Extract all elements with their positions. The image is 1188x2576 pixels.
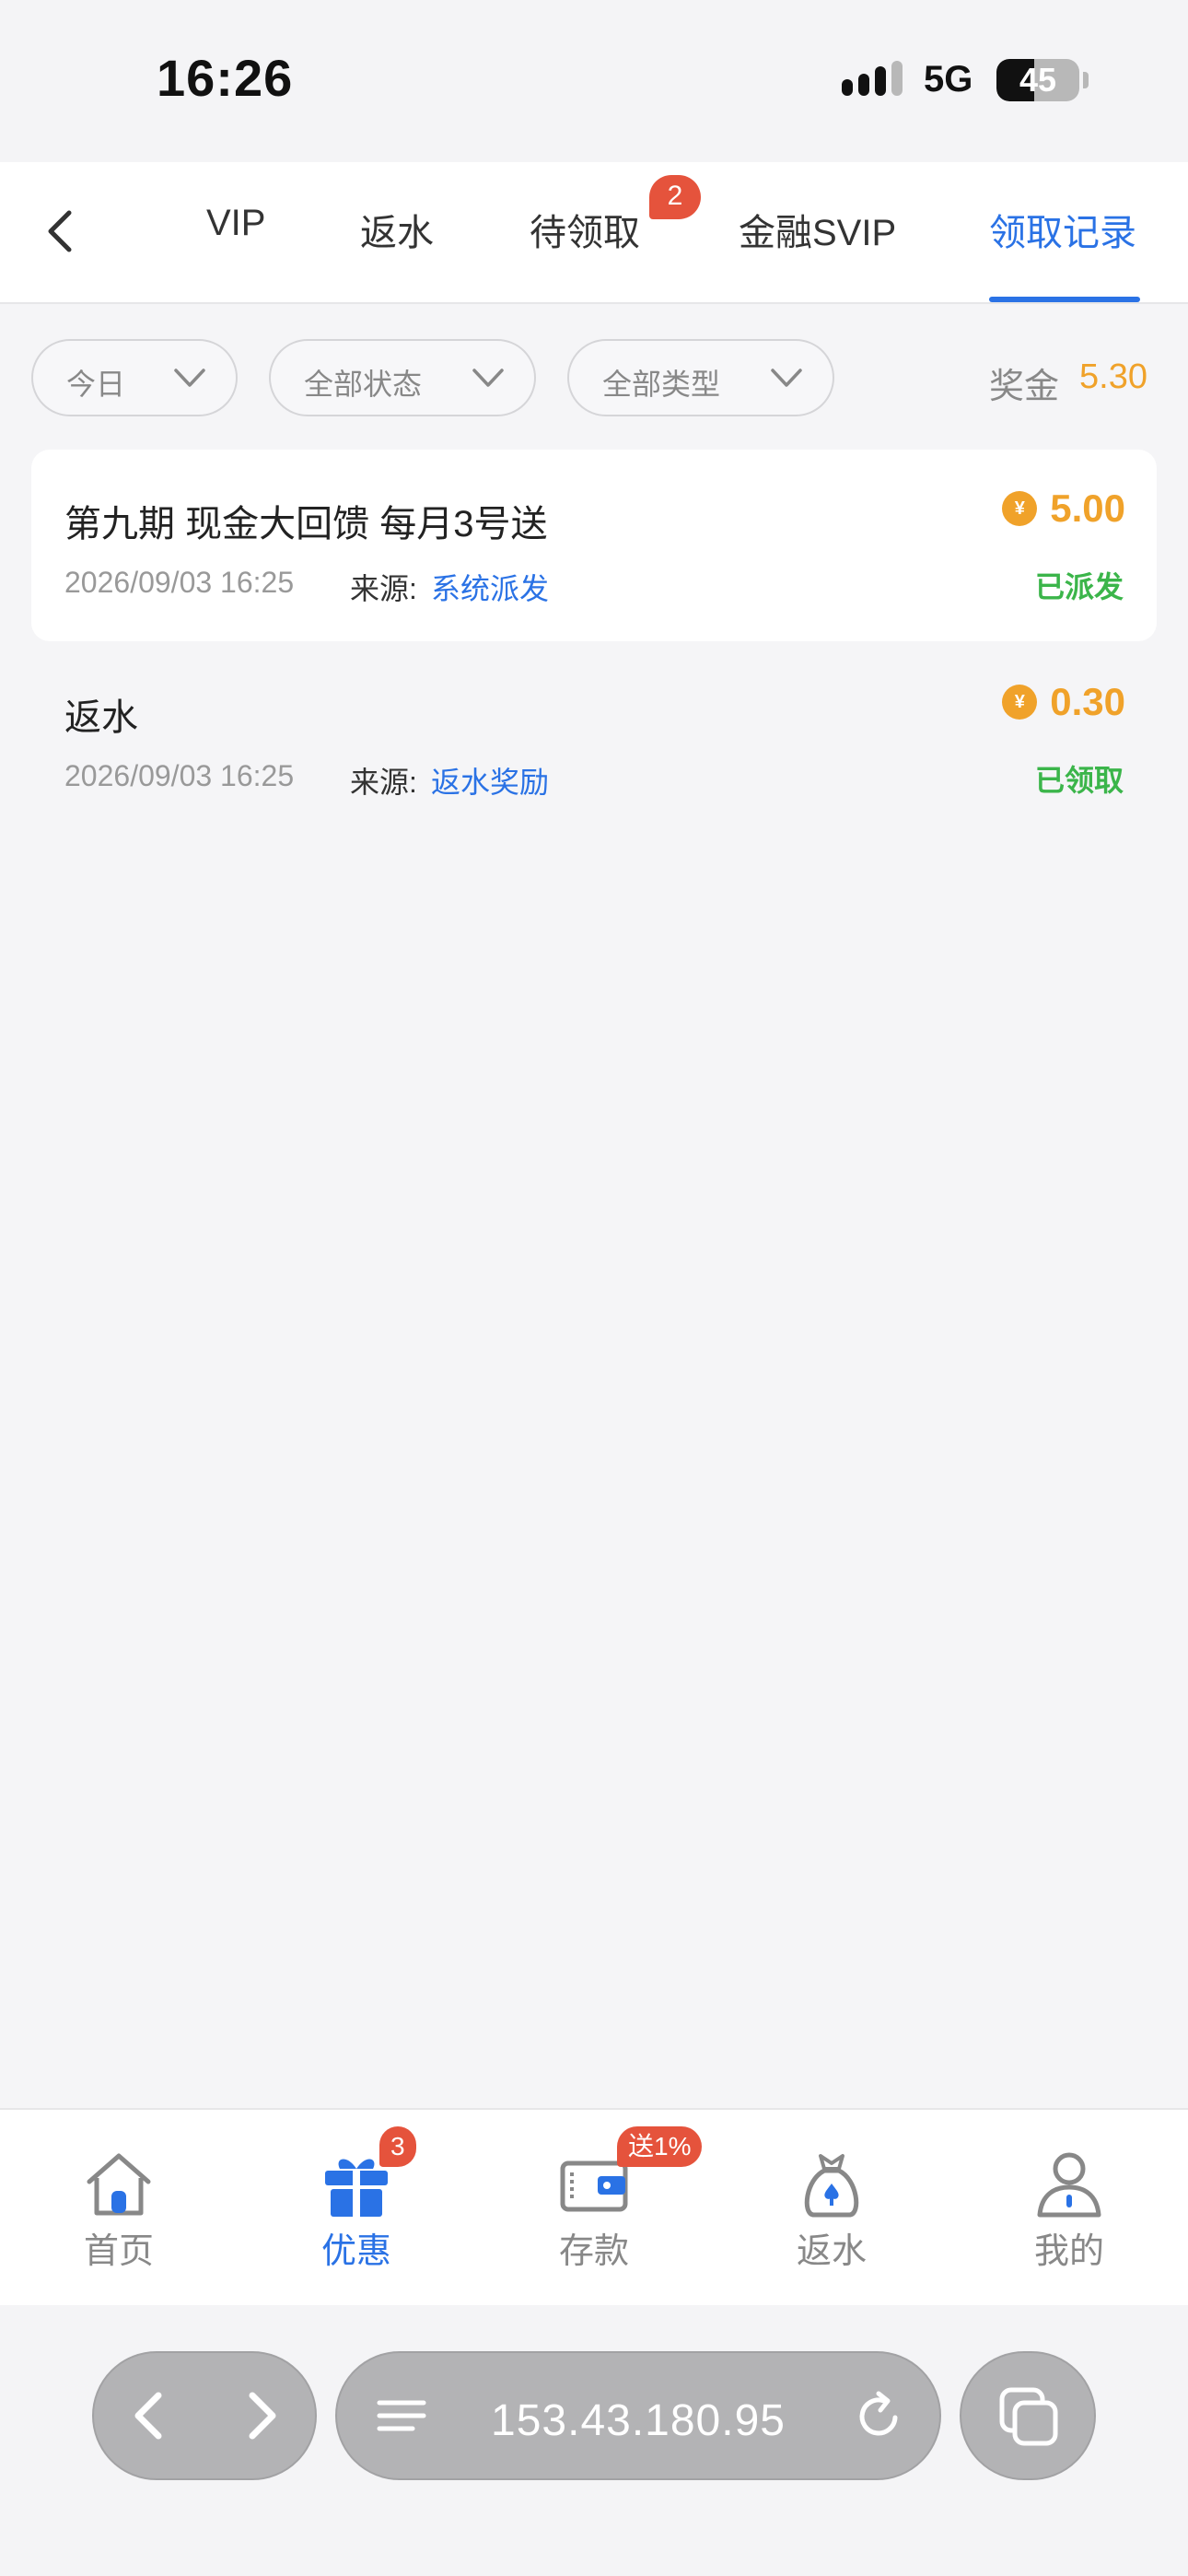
browser-back-button[interactable]	[111, 2377, 188, 2454]
record-source: 系统派发	[431, 572, 550, 605]
status-time: 16:26	[157, 49, 294, 107]
coin-icon: ¥	[1002, 685, 1038, 720]
record-source-label: 来源:	[350, 572, 417, 605]
status-bar: 16:26 5G 45	[0, 0, 1188, 162]
deposit-bonus-badge: 送1%	[617, 2126, 703, 2167]
record-time: 2026/09/03 16:25	[64, 759, 295, 792]
record-amount: ¥ 0.30	[1002, 680, 1125, 724]
status-filter-label: 全部状态	[304, 368, 423, 401]
record-item[interactable]: 返水 2026/09/03 16:25 来源: 返水奖励 ¥ 0.30 已领取	[31, 643, 1157, 835]
record-item[interactable]: 第九期 现金大回馈 每月3号送 2026/09/03 16:25 来源: 系统派…	[31, 450, 1157, 641]
nav-deposit[interactable]: 送1% 存款	[475, 2110, 713, 2307]
type-filter-label: 全部类型	[602, 368, 721, 401]
reload-icon[interactable]	[853, 2390, 904, 2441]
pending-count-badge: 2	[649, 175, 701, 219]
coin-icon: ¥	[1002, 491, 1038, 526]
date-filter-dropdown[interactable]: 今日	[31, 339, 238, 416]
chevron-down-icon	[771, 369, 802, 387]
bonus-total-label: 奖金	[989, 368, 1060, 406]
cellular-signal-icon	[842, 61, 903, 101]
chevron-down-icon	[472, 369, 504, 387]
nav-home-label: 首页	[83, 2232, 154, 2271]
nav-rebate[interactable]: 返水	[713, 2110, 950, 2307]
active-tab-indicator	[989, 297, 1140, 302]
browser-navigation-group	[92, 2351, 317, 2480]
tabs-icon	[999, 2387, 1058, 2446]
browser-forward-button[interactable]	[223, 2377, 300, 2454]
battery-icon: 45	[996, 59, 1079, 101]
nav-home[interactable]: 首页	[0, 2110, 238, 2307]
type-filter-dropdown[interactable]: 全部类型	[567, 339, 834, 416]
record-status: 已领取	[1034, 764, 1124, 797]
user-icon	[1037, 2152, 1101, 2218]
tab-claim-records[interactable]: 领取记录	[989, 203, 1136, 256]
money-bag-icon	[804, 2154, 859, 2218]
nav-deposit-label: 存款	[558, 2232, 629, 2271]
tab-finance-svip[interactable]: 金融SVIP	[739, 203, 896, 256]
date-filter-label: 今日	[66, 368, 126, 401]
nav-profile[interactable]: 我的	[950, 2110, 1188, 2307]
tabs-header: VIP 返水 待领取 2 金融SVIP 领取记录	[0, 162, 1188, 304]
nav-rebate-label: 返水	[796, 2232, 867, 2271]
network-type: 5G	[924, 59, 973, 100]
record-source: 返水奖励	[431, 766, 550, 799]
promotions-count-badge: 3	[379, 2126, 416, 2167]
chevron-left-icon	[134, 2392, 162, 2440]
url-text: 153.43.180.95	[491, 2396, 786, 2445]
tab-pending[interactable]: 待领取	[530, 203, 640, 256]
nav-profile-label: 我的	[1033, 2232, 1104, 2271]
record-time: 2026/09/03 16:25	[64, 566, 295, 599]
record-amount-value: 0.30	[1050, 680, 1125, 723]
back-button[interactable]	[28, 199, 92, 263]
battery-level: 45	[1019, 61, 1057, 99]
address-bar[interactable]: 153.43.180.95	[335, 2351, 941, 2480]
chevron-down-icon	[174, 369, 205, 387]
tab-vip[interactable]: VIP	[206, 203, 265, 244]
tabs-overview-button[interactable]	[960, 2351, 1096, 2480]
tab-rebate[interactable]: 返水	[360, 203, 434, 256]
nav-promotions[interactable]: 3 优惠	[238, 2110, 475, 2307]
record-source-label: 来源:	[350, 766, 417, 799]
record-title: 返水	[64, 697, 138, 738]
nav-promotions-label: 优惠	[320, 2232, 391, 2271]
record-amount-value: 5.00	[1050, 486, 1125, 530]
status-filter-dropdown[interactable]: 全部状态	[269, 339, 536, 416]
bonus-total-value: 5.30	[1079, 357, 1147, 396]
record-status: 已派发	[1034, 570, 1124, 603]
home-icon	[87, 2153, 151, 2216]
chevron-right-icon	[249, 2392, 276, 2440]
chevron-left-icon	[48, 210, 72, 252]
browser-toolbar: 153.43.180.95	[0, 2305, 1188, 2576]
bottom-navigation: 首页 3 优惠 送1% 存款 返水 我的	[0, 2108, 1188, 2305]
record-title: 第九期 现金大回馈 每月3号送	[64, 504, 548, 544]
record-amount: ¥ 5.00	[1002, 486, 1125, 531]
